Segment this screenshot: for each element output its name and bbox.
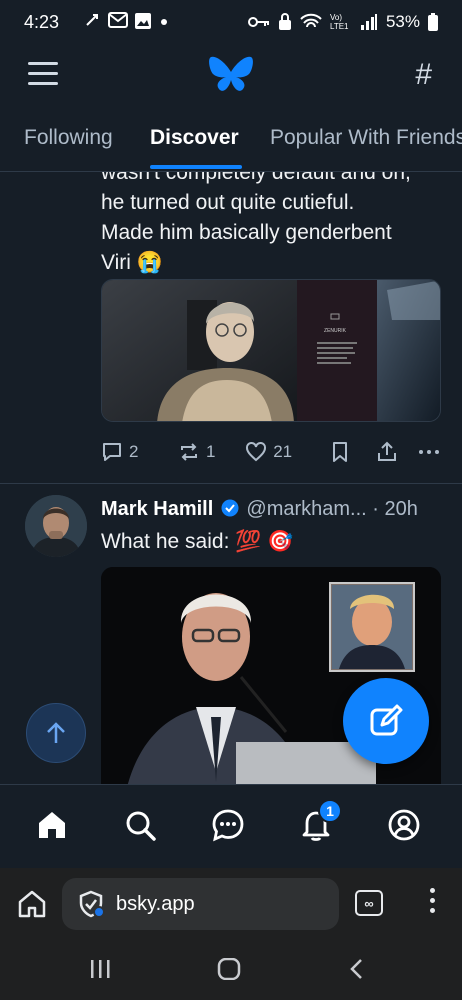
panel-title: ZENURIK [324,328,347,334]
notification-badge: 1 [318,799,342,823]
compose-pencil-icon [370,704,403,736]
battery-icon [428,13,438,31]
battery-percent: 53% [385,12,420,31]
repost-button[interactable]: 1 [178,441,245,463]
recent-apps-icon[interactable] [88,958,112,980]
infinity-icon: ∞ [364,895,374,911]
character-screenshot-image: ZENURIK [102,280,440,421]
more-options-button[interactable] [417,441,441,463]
post1-actions: 2 1 21 [101,437,441,467]
url-text: bsky.app [116,892,195,915]
heart-icon [246,441,267,462]
scroll-to-top-button[interactable] [26,703,86,763]
address-bar[interactable]: bsky.app [62,878,339,930]
nav-profile[interactable] [384,805,424,845]
back-icon[interactable] [348,958,366,980]
status-bar: 4:23 Vo) LTE1 53% [0,0,462,44]
avatar[interactable] [25,495,87,557]
share-icon [377,441,396,461]
post1-line: Viri 😭 [101,251,163,274]
browser-menu-icon[interactable] [424,888,440,920]
repost-icon [181,443,198,461]
share-button[interactable] [376,441,417,463]
browser-toolbar: bsky.app ∞ [0,868,462,940]
nav-chat[interactable] [208,805,248,845]
post2-header: Mark Hamill @markham... · 20h [101,495,451,523]
app-header: # [0,44,462,104]
post-divider [0,483,462,484]
avatar-image [25,495,87,557]
repost-count: 1 [206,442,216,461]
search-icon [126,811,156,841]
reply-count: 2 [129,442,139,461]
more-dots-icon [419,450,439,454]
tab-discover[interactable]: Discover [150,126,239,150]
wifi-icon [300,13,322,28]
tab-popular-with-friends[interactable]: Popular With Friends [270,126,462,150]
key-icon [247,17,269,27]
menu-icon[interactable] [28,62,58,86]
phone-missed-icon [86,14,98,26]
post2-text: What he said: 💯 🎯 [101,530,294,553]
bottom-navigation: 1 [0,784,462,868]
compose-post-button[interactable] [343,678,429,764]
status-time: 4:23 [24,12,60,32]
author-name[interactable]: Mark Hamill [101,498,213,520]
shield-check-icon [79,890,105,918]
tabs-switcher-button[interactable]: ∞ [355,890,383,916]
like-button[interactable]: 21 [245,441,330,463]
active-tab-indicator [150,165,242,169]
browser-home-icon[interactable] [16,888,48,920]
post1-line: wasn't completely default and oh, [101,172,411,184]
reply-icon [103,443,121,461]
dot-icon [161,19,167,25]
lock-icon [278,13,291,30]
profile-icon [388,809,420,841]
tab-following[interactable]: Following [24,126,113,150]
bookmark-icon [333,442,348,462]
reply-button[interactable]: 2 [101,441,178,463]
post1-line: he turned out quite cutieful. [101,191,355,214]
post1-text: wasn't completely default and oh, he tur… [101,172,451,278]
signal-icon [360,14,377,30]
bluesky-butterfly-icon[interactable] [208,54,254,94]
home-icon [39,812,65,838]
post1-image[interactable]: ZENURIK [101,279,441,422]
bookmark-button[interactable] [330,441,375,463]
verified-badge-icon [221,499,239,517]
lte-label: Vo) LTE1 [329,13,349,31]
nav-home[interactable] [32,805,72,845]
arrow-up-icon [47,722,65,743]
gallery-icon [135,13,151,29]
gmail-icon [108,12,128,28]
feed-tabs: Following Discover Popular With Friends [0,112,462,172]
author-handle[interactable]: @markham... [246,498,366,520]
system-navigation [0,940,462,1000]
feeds-hash-icon[interactable]: # [415,58,432,92]
nav-search[interactable] [120,805,160,845]
home-button-icon[interactable] [217,958,241,980]
like-count: 21 [273,442,293,461]
post1-line: Made him basically genderbent [101,221,392,244]
chat-bubble-icon [212,809,244,842]
post-time: · 20h [372,498,418,520]
